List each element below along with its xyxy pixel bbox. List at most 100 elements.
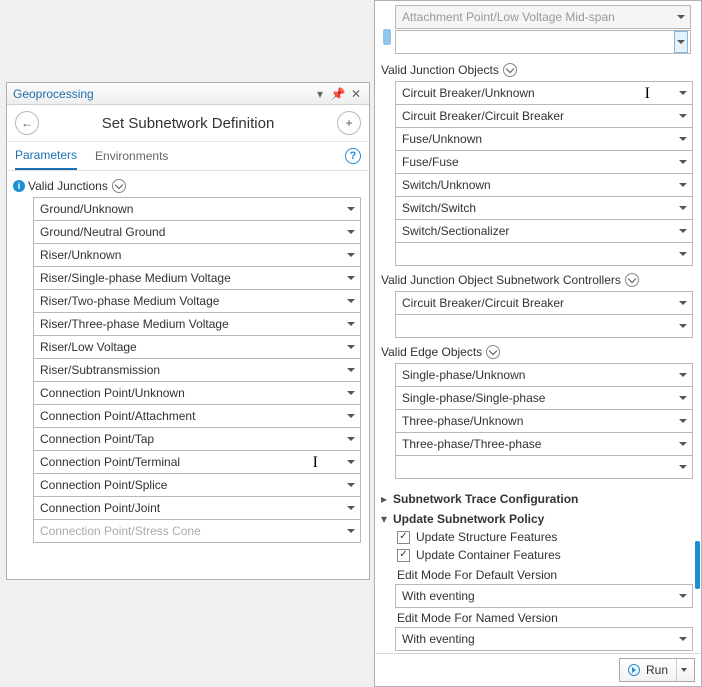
combo-item[interactable] (395, 314, 693, 338)
combo-item[interactable]: Riser/Subtransmission (33, 358, 361, 382)
combo-item[interactable]: Three-phase/Three-phase (395, 432, 693, 456)
scrollbar-thumb[interactable] (695, 541, 700, 589)
chevron-down-icon[interactable] (676, 151, 690, 173)
chevron-down-icon[interactable] (344, 336, 358, 358)
chevron-down-icon[interactable] (344, 221, 358, 243)
chevron-down-icon[interactable] (676, 174, 690, 196)
chevron-down-icon[interactable] (676, 220, 690, 242)
chevron-down-icon[interactable] (344, 451, 358, 473)
combo-item[interactable]: Connection Point/Unknown (33, 381, 361, 405)
trace-config-group[interactable]: Subnetwork Trace Configuration (381, 488, 695, 508)
dropdown-icon[interactable]: ▾ (313, 87, 327, 101)
chevron-down-icon[interactable] (344, 474, 358, 496)
chevron-down-icon[interactable] (344, 428, 358, 450)
combo-item[interactable]: Circuit Breaker/Circuit Breaker (395, 104, 693, 128)
chevron-down-icon[interactable] (486, 345, 500, 359)
veo-header: Valid Edge Objects (381, 343, 695, 363)
combo-item[interactable]: Single-phase/Single-phase (395, 386, 693, 410)
combo-item[interactable]: Fuse/Unknown (395, 127, 693, 151)
tab-parameters[interactable]: Parameters (15, 142, 77, 170)
combo-item[interactable]: Riser/Three-phase Medium Voltage (33, 312, 361, 336)
chevron-down-icon[interactable] (344, 313, 358, 335)
update-container-label: Update Container Features (416, 548, 561, 562)
combo-value: Switch/Unknown (402, 178, 676, 192)
chevron-down-icon[interactable] (344, 405, 358, 427)
chevron-down-icon[interactable] (112, 179, 126, 193)
vjosc-section: Valid Junction Object Subnetwork Control… (381, 271, 695, 337)
combo-item[interactable]: Connection Point/Joint (33, 496, 361, 520)
update-policy-group[interactable]: Update Subnetwork Policy (381, 508, 695, 528)
attachment-point-combo[interactable]: Attachment Point/Low Voltage Mid-span (395, 5, 691, 29)
chevron-down-icon[interactable] (344, 198, 358, 220)
chevron-down-icon[interactable] (676, 628, 690, 650)
combo-item[interactable]: Riser/Unknown (33, 243, 361, 267)
back-button[interactable]: ← (15, 111, 39, 135)
chevron-down-icon[interactable] (676, 387, 690, 409)
chevron-down-icon[interactable] (344, 290, 358, 312)
edit-default-combo[interactable]: With eventing (395, 584, 693, 608)
chevron-down-icon[interactable] (625, 273, 639, 287)
chevron-down-icon[interactable] (676, 243, 690, 265)
combo-item[interactable]: Riser/Low Voltage (33, 335, 361, 359)
chevron-down-icon[interactable] (676, 82, 690, 104)
chevron-down-icon[interactable] (676, 585, 690, 607)
chevron-down-icon[interactable] (344, 267, 358, 289)
chevron-down-icon[interactable] (344, 382, 358, 404)
chevron-down-icon[interactable] (344, 244, 358, 266)
edit-named-combo[interactable]: With eventing (395, 627, 693, 651)
close-icon[interactable]: ✕ (349, 87, 363, 101)
combo-item[interactable]: Three-phase/Unknown (395, 409, 693, 433)
combo-item[interactable]: Switch/Switch (395, 196, 693, 220)
combo-value: Connection Point/Joint (40, 501, 344, 515)
combo-item[interactable]: Switch/Unknown (395, 173, 693, 197)
chevron-down-icon[interactable] (674, 31, 688, 53)
chevron-down-icon[interactable] (676, 292, 690, 314)
chevron-down-icon[interactable] (674, 6, 688, 28)
checkbox-checked-icon[interactable] (397, 549, 410, 562)
combo-item[interactable]: Ground/Unknown (33, 197, 361, 221)
combo-value: Fuse/Fuse (402, 155, 676, 169)
chevron-down-icon[interactable] (676, 105, 690, 127)
update-structure-row[interactable]: Update Structure Features (381, 528, 695, 546)
pin-icon[interactable]: 📌 (331, 87, 345, 101)
combo-item[interactable]: Circuit Breaker/Circuit Breaker (395, 291, 693, 315)
combo-item[interactable]: Connection Point/TerminalI (33, 450, 361, 474)
combo-item[interactable]: Connection Point/Attachment (33, 404, 361, 428)
combo-item[interactable]: Circuit Breaker/UnknownI (395, 81, 693, 105)
chevron-down-icon[interactable] (676, 197, 690, 219)
chevron-down-icon[interactable] (344, 359, 358, 381)
combo-item[interactable]: Connection Point/Splice (33, 473, 361, 497)
chevron-down-icon[interactable] (676, 364, 690, 386)
run-button[interactable]: Run (619, 658, 695, 682)
empty-combo[interactable] (395, 30, 691, 54)
valid-junctions-label: Valid Junctions (28, 179, 108, 193)
chevron-down-icon[interactable] (676, 410, 690, 432)
combo-item[interactable]: Switch/Sectionalizer (395, 219, 693, 243)
combo-item[interactable] (395, 242, 693, 266)
combo-item[interactable]: Ground/Neutral Ground (33, 220, 361, 244)
add-button[interactable]: + (337, 111, 361, 135)
combo-item[interactable]: Connection Point/Tap (33, 427, 361, 451)
combo-item[interactable]: Riser/Single-phase Medium Voltage (33, 266, 361, 290)
slider-handle[interactable] (383, 29, 391, 45)
chevron-down-icon[interactable] (676, 315, 690, 337)
combo-item[interactable]: Connection Point/Stress Cone (33, 519, 361, 543)
vjo-header: Valid Junction Objects (381, 61, 695, 81)
chevron-down-icon[interactable] (676, 128, 690, 150)
combo-item[interactable]: Riser/Two-phase Medium Voltage (33, 289, 361, 313)
chevron-down-icon[interactable] (503, 63, 517, 77)
chevron-down-icon[interactable] (344, 497, 358, 519)
chevron-down-icon[interactable] (676, 433, 690, 455)
combo-item[interactable]: Single-phase/Unknown (395, 363, 693, 387)
combo-item[interactable]: Fuse/Fuse (395, 150, 693, 174)
parameters-body: i Valid Junctions Ground/UnknownGround/N… (7, 171, 369, 579)
chevron-down-icon[interactable] (344, 520, 358, 542)
combo-item[interactable] (395, 455, 693, 479)
checkbox-checked-icon[interactable] (397, 531, 410, 544)
chevron-down-icon[interactable] (676, 456, 690, 478)
run-split-icon[interactable] (676, 659, 690, 681)
help-icon[interactable]: ? (345, 148, 361, 164)
combo-value: Connection Point/Stress Cone (40, 524, 344, 538)
tab-environments[interactable]: Environments (95, 143, 168, 169)
update-container-row[interactable]: Update Container Features (381, 546, 695, 564)
